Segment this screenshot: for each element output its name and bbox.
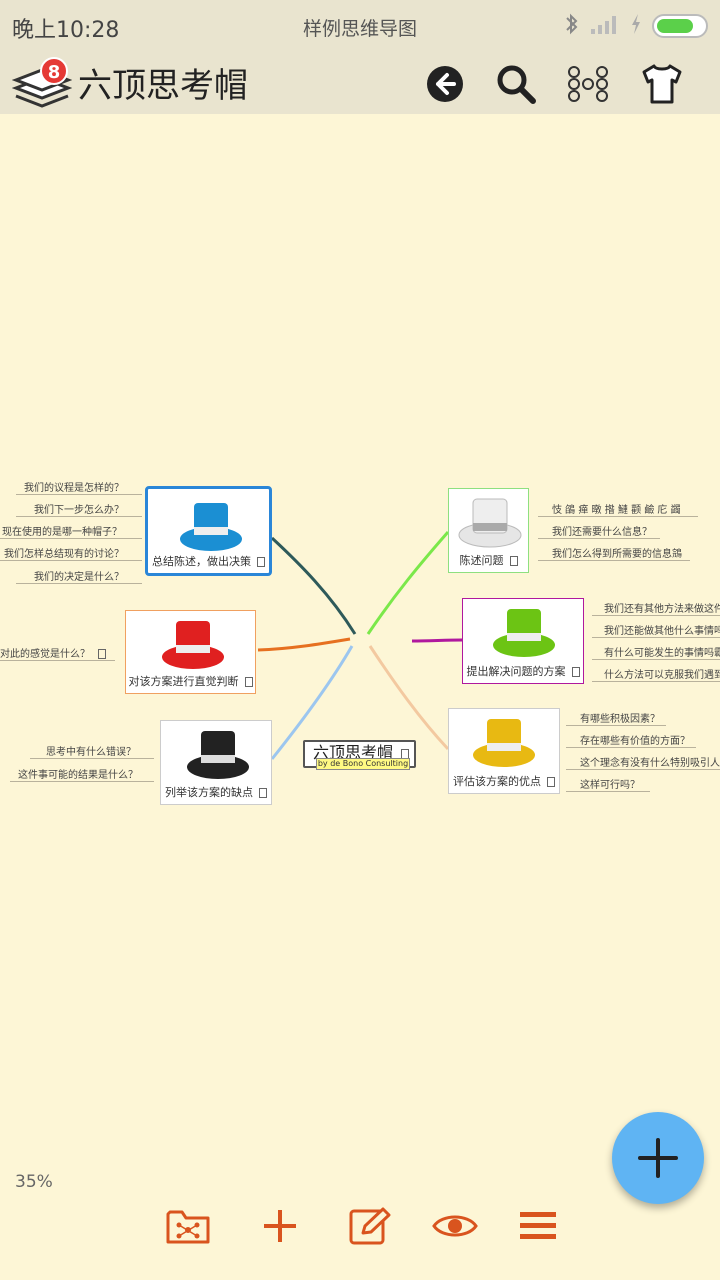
green-hat-icon: [493, 609, 555, 657]
note-icon: [244, 677, 253, 687]
charging-icon: [630, 13, 642, 40]
leaf-black-1[interactable]: 思考中有什么错误？: [46, 743, 136, 758]
node-red-hat[interactable]: 对该方案进行直觉判断: [125, 610, 256, 694]
center-subtitle: by de Bono Consulting: [316, 758, 410, 770]
leaf-red-1[interactable]: 对此的感觉是什么？: [0, 645, 106, 660]
search-icon: [497, 65, 536, 104]
edit-button[interactable]: [341, 1196, 401, 1256]
leaf-green-3[interactable]: 有什么可能发生的事情吗霸: [604, 644, 720, 659]
blue-hat-icon: [180, 503, 242, 551]
layout-nodes-icon: [568, 66, 608, 102]
node-black-hat[interactable]: 列举该方案的缺点: [160, 720, 272, 805]
note-icon: [547, 777, 555, 787]
leaf-green-1[interactable]: 我们还有其他方法来做这件: [604, 600, 720, 615]
note-icon: [257, 557, 265, 567]
menu-button[interactable]: [508, 1196, 568, 1256]
back-arrow-icon: [427, 66, 463, 102]
bottom-toolbar: [0, 1196, 720, 1256]
leaf-blue-1[interactable]: 我们的议程是怎样的？: [24, 479, 124, 494]
view-button[interactable]: [425, 1196, 485, 1256]
app-title: 六顶思考帽: [78, 66, 248, 106]
theme-button[interactable]: [636, 58, 688, 110]
leaf-white-1[interactable]: 忮 鵮 瘅 暾 揝 鰱 颧 鹼 庀 蠲: [552, 501, 681, 516]
node-label: 评估该方案的优点: [449, 773, 559, 789]
node-label: 提出解决问题的方案: [463, 663, 583, 679]
mindmap-connectors: [257, 531, 463, 760]
node-yellow-hat[interactable]: 评估该方案的优点: [448, 708, 560, 794]
leaf-white-3[interactable]: 我们怎么得到所需要的信息鵍: [552, 545, 682, 560]
add-button[interactable]: [250, 1196, 310, 1256]
signal-icon: [590, 13, 620, 40]
node-label: 对该方案进行直觉判断: [126, 673, 255, 689]
leaf-blue-5[interactable]: 我们的决定是什么？: [34, 568, 124, 583]
plus-icon: [264, 1210, 296, 1242]
mindmap-folder-button[interactable]: [158, 1196, 218, 1256]
note-icon: [509, 556, 518, 566]
plus-icon: [638, 1138, 678, 1178]
leaf-blue-3[interactable]: 现在使用的是哪一种帽子？: [2, 523, 122, 538]
red-hat-icon: [162, 621, 224, 669]
leaf-blue-2[interactable]: 我们下一步怎么办？: [34, 501, 124, 516]
node-white-hat[interactable]: 陈述问题: [448, 488, 529, 573]
back-button[interactable]: [419, 58, 471, 110]
zoom-level: 35%: [15, 1172, 53, 1192]
node-label: 列举该方案的缺点: [161, 784, 271, 800]
note-icon: [259, 788, 267, 798]
leaf-yellow-1[interactable]: 有哪些积极因素？: [580, 710, 660, 725]
node-green-hat[interactable]: 提出解决问题的方案: [462, 598, 584, 684]
note-icon: [571, 667, 580, 677]
yellow-hat-icon: [473, 719, 535, 767]
layout-button[interactable]: [562, 58, 614, 110]
node-blue-hat[interactable]: 总结陈述，做出决策: [145, 486, 272, 576]
search-button[interactable]: [490, 58, 542, 110]
status-bar: 晚上10:28 样例思维导图: [0, 0, 720, 52]
status-icons: [564, 12, 708, 40]
white-hat-icon: [458, 498, 522, 548]
menu-icon: [520, 1212, 556, 1239]
leaf-yellow-2[interactable]: 存在哪些有价值的方面？: [580, 732, 690, 747]
battery-icon: [652, 14, 708, 38]
leaf-yellow-3[interactable]: 这个理念有没有什么特别吸引人: [580, 754, 720, 769]
edit-icon: [349, 1207, 391, 1245]
add-node-fab[interactable]: [612, 1112, 704, 1204]
leaf-black-2[interactable]: 这件事可能的结果是什么？: [18, 766, 138, 781]
leaf-green-4[interactable]: 什么方法可以克服我们遇到: [604, 666, 720, 681]
node-label: 总结陈述，做出决策: [148, 553, 269, 569]
bluetooth-icon: [564, 12, 580, 41]
notification-badge: 8: [40, 57, 68, 85]
leaf-blue-4[interactable]: 我们怎样总结现有的讨论？: [4, 545, 124, 560]
tshirt-icon: [642, 64, 682, 104]
note-icon: [401, 748, 410, 759]
black-hat-icon: [187, 731, 249, 779]
node-label: 陈述问题: [449, 552, 528, 568]
leaf-yellow-4[interactable]: 这样可行吗？: [580, 776, 640, 791]
mindmap-canvas[interactable]: 总结陈述，做出决策 我们的议程是怎样的？ 我们下一步怎么办？ 现在使用的是哪一种…: [0, 114, 720, 1280]
leaf-green-2[interactable]: 我们还能做其他什么事情吗: [604, 622, 720, 637]
eye-icon: [432, 1215, 478, 1237]
top-app-bar: 8 六顶思考帽: [0, 52, 720, 114]
leaf-white-2[interactable]: 我们还需要什么信息？: [552, 523, 652, 538]
mindmap-folder-icon: [166, 1210, 210, 1244]
